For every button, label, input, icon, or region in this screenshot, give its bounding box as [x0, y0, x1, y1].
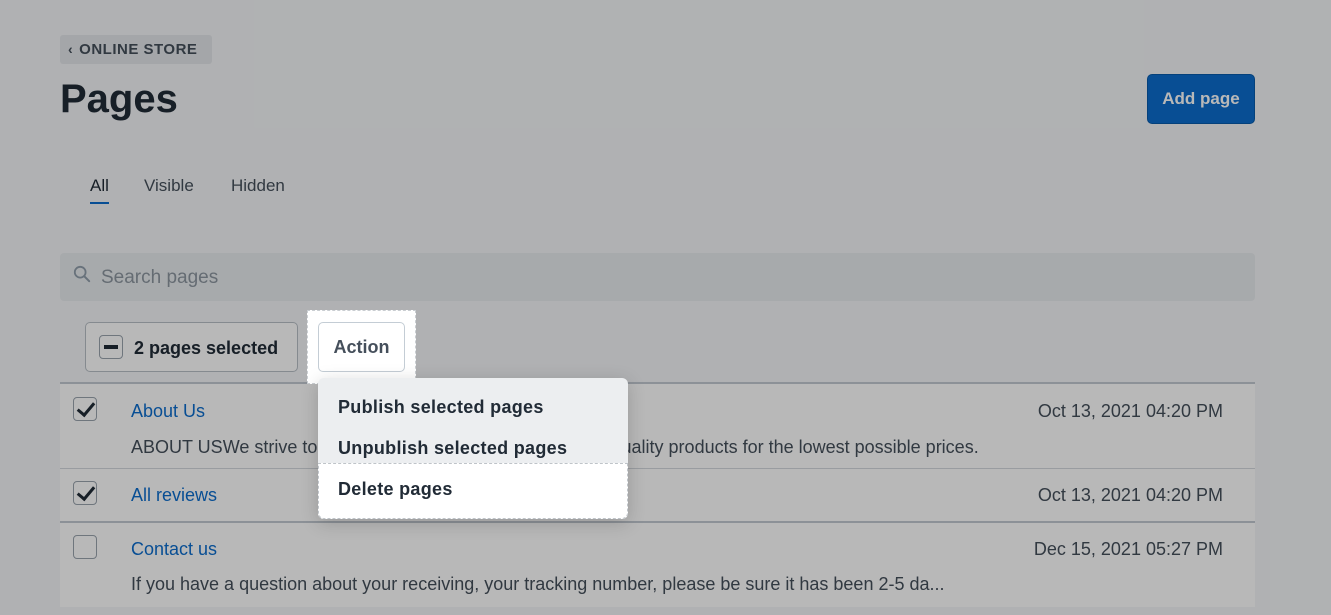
page-date: Oct 13, 2021 04:20 PM: [1037, 401, 1223, 421]
menu-item-publish[interactable]: Publish selected pages: [318, 378, 628, 420]
page-title-link[interactable]: About Us: [131, 401, 205, 422]
breadcrumb-label: ONLINE STORE: [79, 41, 198, 58]
search-input[interactable]: [99, 253, 1243, 303]
action-dropdown-menu: Publish selected pages Unpublish selecte…: [318, 378, 628, 519]
page-title-link[interactable]: All reviews: [131, 485, 217, 506]
row-checkbox[interactable]: [73, 397, 97, 421]
tab-hidden[interactable]: Hidden: [231, 176, 285, 202]
page-date: Oct 13, 2021 04:20 PM: [1037, 485, 1223, 505]
table-row[interactable]: About Us Oct 13, 2021 04:20 PM ABOUT USW…: [60, 382, 1255, 468]
page-date: Dec 15, 2021 05:27 PM: [1033, 539, 1223, 559]
breadcrumb-online-store[interactable]: ‹ ONLINE STORE: [60, 35, 212, 64]
page-title: Pages: [60, 77, 178, 121]
pages-screen: ‹ ONLINE STORE Pages Add page All Visibl…: [0, 0, 1331, 615]
selected-count-label: 2 pages selected: [134, 338, 279, 358]
menu-item-unpublish[interactable]: Unpublish selected pages: [318, 420, 628, 463]
tab-visible[interactable]: Visible: [144, 176, 194, 202]
table-row[interactable]: Contact us Dec 15, 2021 05:27 PM If you …: [60, 521, 1255, 607]
row-checkbox[interactable]: [73, 535, 97, 559]
row-checkbox[interactable]: [73, 481, 97, 505]
tab-all[interactable]: All: [90, 176, 109, 204]
select-all-checkbox[interactable]: [99, 335, 123, 359]
chevron-left-icon: ‹: [68, 40, 74, 57]
bulk-selection-box[interactable]: 2 pages selected: [85, 322, 298, 372]
search-icon: [73, 265, 91, 283]
page-excerpt: If you have a question about your receiv…: [131, 574, 945, 594]
add-page-button[interactable]: Add page: [1147, 74, 1255, 124]
table-row[interactable]: All reviews Oct 13, 2021 04:20 PM: [60, 468, 1255, 521]
search-bar: [60, 253, 1255, 303]
action-button[interactable]: Action: [318, 322, 405, 372]
menu-item-delete[interactable]: Delete pages: [318, 463, 628, 519]
page-title-link[interactable]: Contact us: [131, 539, 217, 560]
